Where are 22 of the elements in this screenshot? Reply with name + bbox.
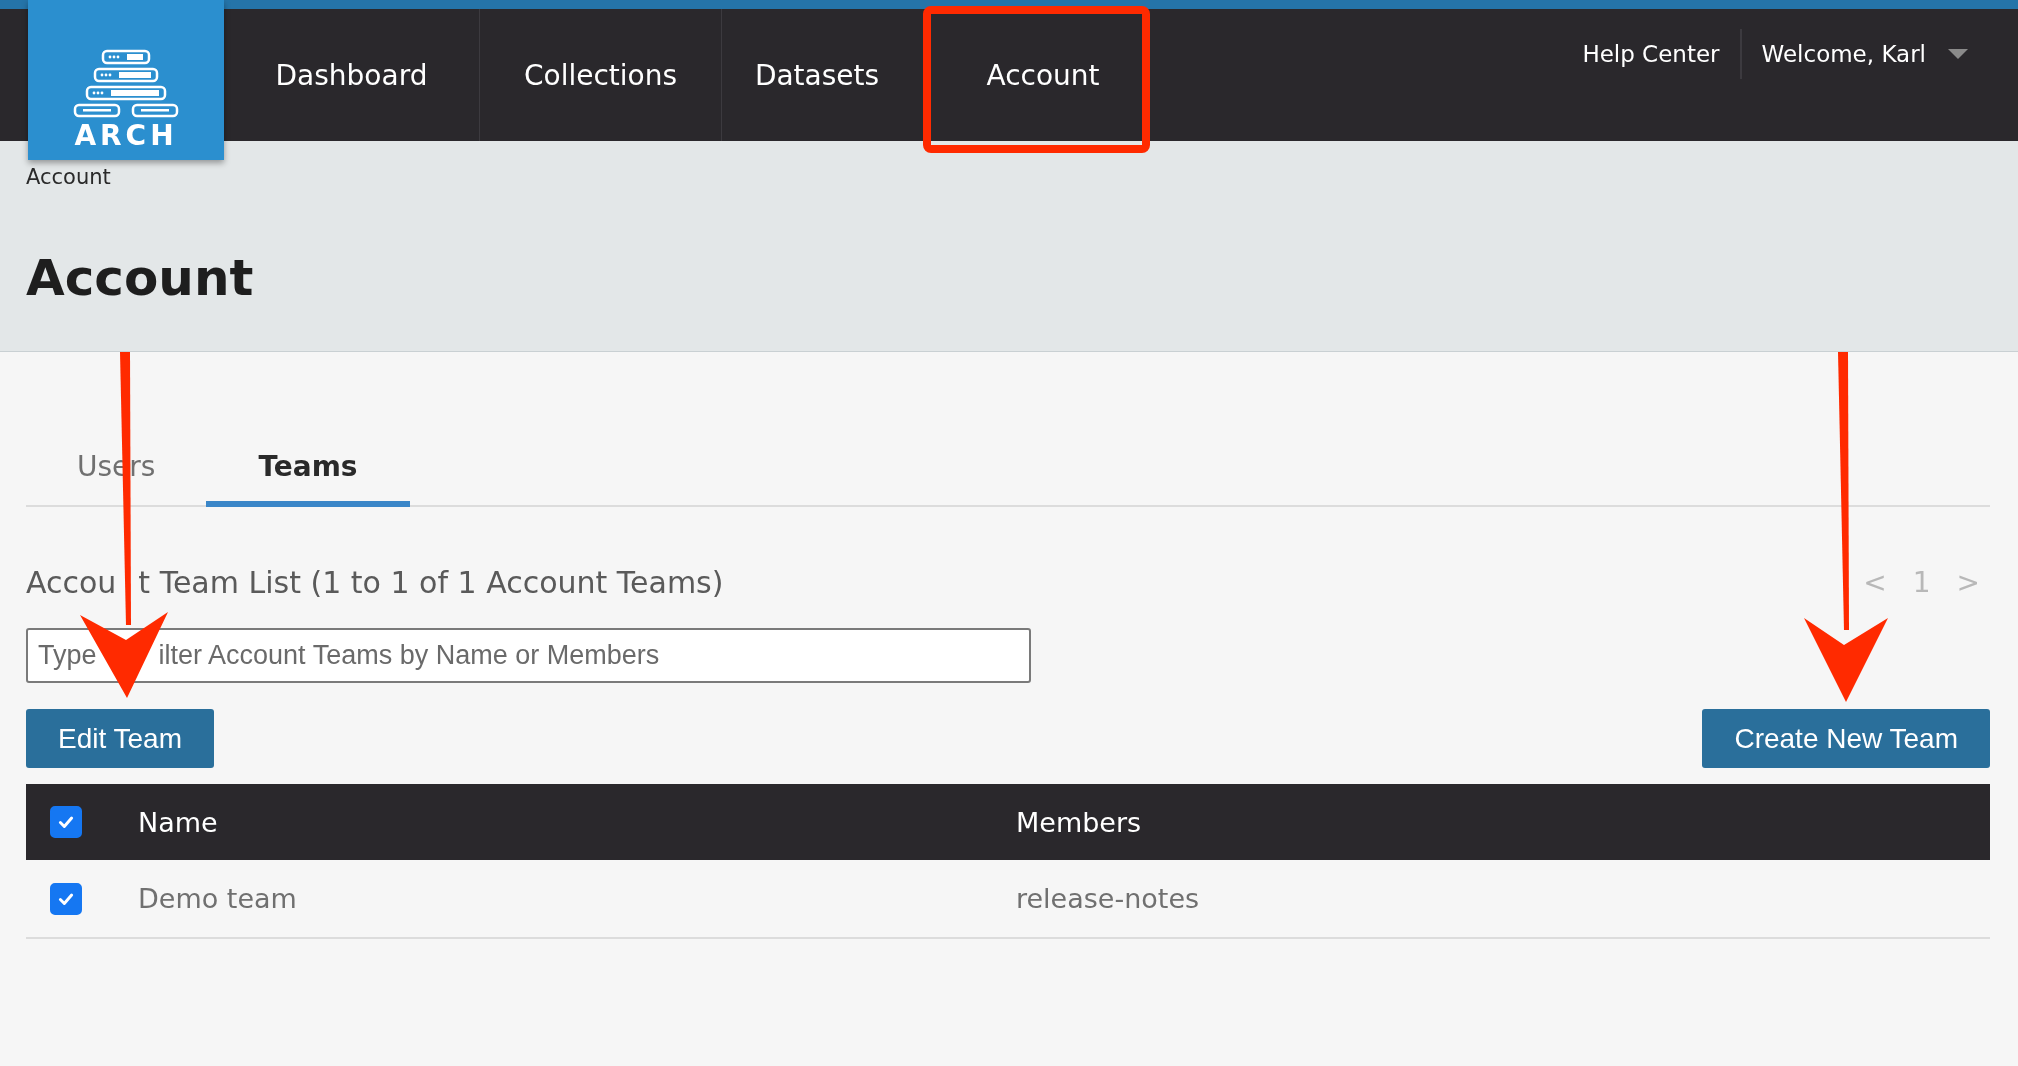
page-title: Account <box>26 253 255 303</box>
nav-link[interactable]: Datasets <box>722 9 912 141</box>
row-checkbox[interactable] <box>50 882 82 915</box>
list-heading: Accou <box>26 565 117 600</box>
filter-field[interactable]: Type ilter Account Teams by Name or Members <box>26 628 1031 683</box>
logo-text: ARCH <box>74 122 178 150</box>
column-header: Name <box>138 806 219 838</box>
logo-panel[interactable]: ARCH <box>28 0 224 160</box>
help-center-link[interactable]: Help Center <box>1582 41 1720 67</box>
edit-team-button[interactable]: Edit Team <box>26 709 214 768</box>
server-stack-icon <box>71 48 181 118</box>
select-all-checkbox[interactable] <box>50 806 82 838</box>
column-header: Members <box>1016 806 1142 838</box>
tab[interactable]: Teams <box>206 450 410 507</box>
list-heading: t Team List (1 to 1 of 1 Account Teams) <box>138 565 724 600</box>
create-new-team-button[interactable]: Create New Team <box>1702 709 1990 768</box>
user-menu[interactable]: Welcome, Karl <box>1761 41 1968 67</box>
nav-link[interactable]: Account <box>912 9 1174 141</box>
caret-icon <box>1948 49 1968 59</box>
table-cell-text: Demo team <box>138 883 298 914</box>
table-cell: release-notes <box>1016 883 1200 914</box>
breadcrumb[interactable]: Account <box>26 165 1992 189</box>
